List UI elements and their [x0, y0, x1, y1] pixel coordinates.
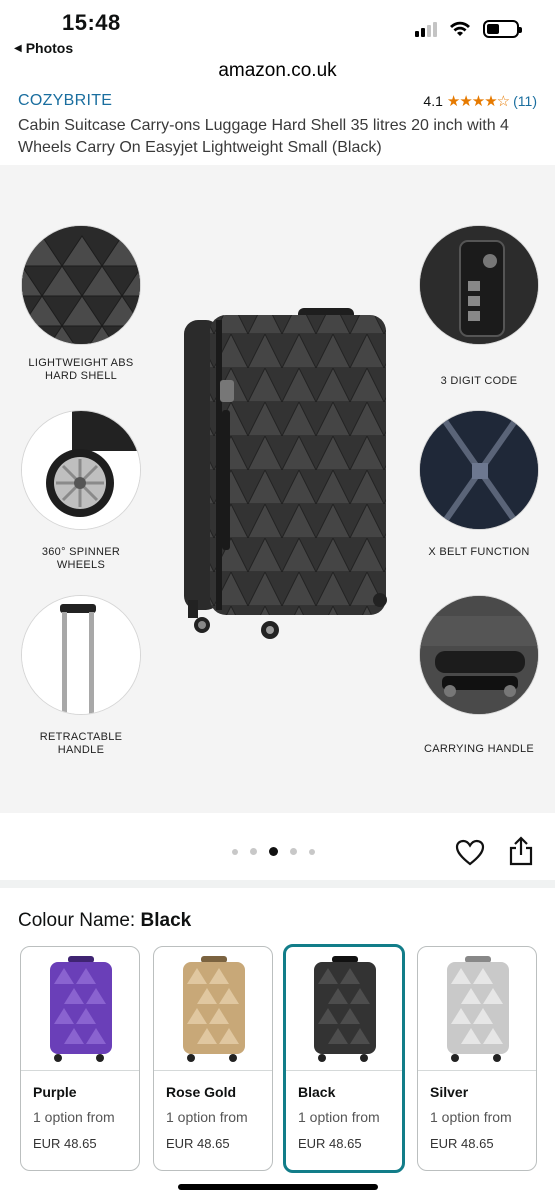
- page-dot-active[interactable]: [269, 847, 278, 856]
- gallery-pagination[interactable]: [232, 847, 315, 856]
- rating-value: 4.1: [423, 93, 443, 109]
- url-bar[interactable]: amazon.co.uk: [0, 60, 555, 82]
- feature-x-belt: X BELT FUNCTION: [418, 410, 540, 559]
- clock: 15:48: [62, 10, 121, 35]
- feature-label: 3 DIGIT CODE: [440, 375, 518, 387]
- feature-label: CARRYING HANDLE: [423, 743, 535, 755]
- swatch-price: EUR 48.65: [430, 1136, 494, 1151]
- page-dot[interactable]: [290, 848, 297, 855]
- swatch-name: Black: [298, 1084, 336, 1100]
- battery-icon: [483, 20, 522, 38]
- swatch-price: EUR 48.65: [166, 1136, 230, 1151]
- cellular-signal-icon: [415, 21, 437, 37]
- back-to-photos[interactable]: ◀ Photos: [14, 40, 73, 56]
- wishlist-heart-icon[interactable]: [455, 838, 485, 868]
- back-app-label: Photos: [25, 40, 74, 56]
- feature-spinner-wheels: 360° SPINNER WHEELS: [20, 410, 142, 572]
- swatch-black-selected[interactable]: Black 1 option from EUR 48.65: [283, 944, 405, 1173]
- colour-name-label: Colour Name: Black: [18, 910, 192, 931]
- feature-label: X BELT FUNCTION: [428, 546, 530, 558]
- swatch-price: EUR 48.65: [298, 1136, 362, 1151]
- digit-code-image: [419, 225, 539, 345]
- spinner-wheels-image: [21, 410, 141, 530]
- feature-label: 360° SPINNER WHEELS: [41, 546, 121, 571]
- swatch-silver[interactable]: Silver 1 option from EUR 48.65: [417, 946, 537, 1171]
- swatch-image: [21, 947, 139, 1071]
- swatch-availability: 1 option from: [166, 1109, 248, 1125]
- feature-abs-shell: LIGHTWEIGHT ABS HARD SHELL: [20, 225, 142, 383]
- product-image-gallery[interactable]: LIGHTWEIGHT ABS HARD SHELL 360° SPINNER …: [0, 165, 555, 813]
- brand-link[interactable]: COZYBRITE: [18, 92, 112, 110]
- carrying-handle-image: [419, 595, 539, 715]
- swatch-image: [154, 947, 272, 1071]
- swatch-name: Rose Gold: [166, 1084, 237, 1100]
- swatch-availability: 1 option from: [430, 1109, 512, 1125]
- x-belt-image: [419, 410, 539, 530]
- feature-label: RETRACTABLE HANDLE: [39, 731, 123, 756]
- selected-colour: Black: [140, 910, 192, 931]
- swatch-image: [286, 947, 402, 1071]
- page-dot[interactable]: [232, 848, 238, 855]
- colour-swatches[interactable]: Purple 1 option from EUR 48.65 Rose Gold…: [20, 944, 540, 1173]
- rating-count[interactable]: (11): [513, 93, 537, 109]
- swatch-purple[interactable]: Purple 1 option from EUR 48.65: [20, 946, 140, 1171]
- product-title: Cabin Suitcase Carry-ons Luggage Hard Sh…: [18, 117, 509, 156]
- abs-shell-image: [21, 225, 141, 345]
- page-dot[interactable]: [250, 848, 257, 855]
- swatch-rose-gold[interactable]: Rose Gold 1 option from EUR 48.65: [153, 946, 273, 1171]
- swatch-availability: 1 option from: [33, 1109, 115, 1125]
- feature-retractable-handle: RETRACTABLE HANDLE: [20, 595, 142, 757]
- feature-label: LIGHTWEIGHT ABS HARD SHELL: [28, 357, 134, 382]
- wifi-icon: [450, 21, 470, 36]
- swatch-name: Silver: [430, 1084, 469, 1100]
- status-bar: 15:48 ◀ Photos: [0, 0, 555, 60]
- page-dot[interactable]: [309, 848, 315, 855]
- back-triangle-icon: ◀: [14, 42, 22, 54]
- swatch-availability: 1 option from: [298, 1109, 380, 1125]
- section-divider: [0, 880, 555, 888]
- feature-carrying-handle: CARRYING HANDLE: [418, 595, 540, 756]
- feature-digit-code: 3 DIGIT CODE: [418, 225, 540, 388]
- swatch-price: EUR 48.65: [33, 1136, 97, 1151]
- status-icons: [415, 20, 522, 38]
- swatch-image: [418, 947, 536, 1071]
- share-icon[interactable]: [507, 836, 535, 866]
- retractable-handle-image: [21, 595, 141, 715]
- swatch-name: Purple: [33, 1084, 77, 1100]
- home-indicator[interactable]: [178, 1184, 378, 1190]
- main-suitcase-image: [180, 300, 390, 640]
- rating[interactable]: 4.1 ★★★★☆ (11): [423, 92, 537, 110]
- star-rating-icon: ★★★★☆: [446, 93, 510, 110]
